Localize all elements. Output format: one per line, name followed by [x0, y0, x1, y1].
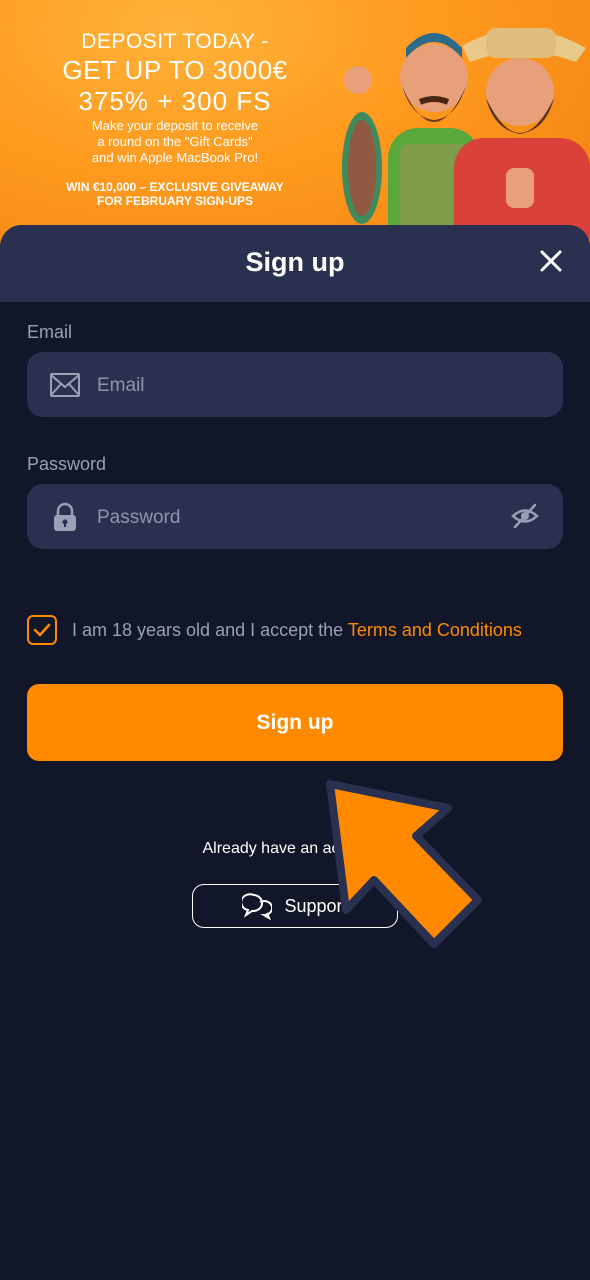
arrow-pointer-icon: [326, 780, 482, 948]
terms-link[interactable]: Terms and Conditions: [348, 620, 522, 640]
modal-header: Sign up: [0, 225, 590, 302]
signup-button[interactable]: Sign up: [27, 684, 563, 761]
close-icon[interactable]: [538, 248, 564, 274]
already-have-account-text[interactable]: Already have an account?: [0, 840, 590, 858]
email-label: Email: [27, 322, 73, 342]
email-field[interactable]: [27, 352, 563, 419]
chat-bubbles-icon: [242, 893, 273, 920]
terms-text: I am 18 years old and I accept the Terms…: [72, 620, 522, 641]
terms-checkbox[interactable]: [27, 615, 57, 645]
giveaway-line-2: FOR FEBRUARY SIGN-UPS: [96, 194, 253, 208]
promo-line-3: 375% + 300 FS: [78, 86, 272, 116]
promo-text: DEPOSIT TODAY - GET UP TO 3000€ 375% + 3…: [20, 30, 330, 208]
promo-line-2: GET UP TO 3000€: [62, 55, 288, 85]
signup-modal: Sign up Email Password: [0, 225, 590, 1280]
email-input[interactable]: [95, 352, 499, 419]
envelope-icon: [50, 373, 80, 397]
terms-prefix: I am 18 years old and I accept the: [72, 619, 348, 640]
giveaway-line-1: WIN €10,000 – EXCLUSIVE GIVEAWAY: [66, 180, 284, 194]
promo-desc-1: Make your deposit to receive: [91, 118, 259, 133]
password-field[interactable]: [27, 484, 563, 551]
modal-title: Sign up: [245, 247, 345, 277]
eye-slash-icon[interactable]: [511, 503, 539, 529]
password-label: Password: [27, 454, 107, 474]
checkmark-icon: [33, 623, 51, 637]
promo-banner[interactable]: DEPOSIT TODAY - GET UP TO 3000€ 375% + 3…: [0, 0, 590, 262]
terms-row: I am 18 years old and I accept the Terms…: [27, 612, 522, 648]
password-input[interactable]: [95, 484, 499, 551]
promo-desc-3: and win Apple MacBook Pro!: [91, 150, 259, 165]
promo-line-1: DEPOSIT TODAY -: [81, 30, 269, 53]
lock-icon: [54, 502, 76, 531]
promo-desc-2: a round on the "Gift Cards": [97, 134, 253, 149]
